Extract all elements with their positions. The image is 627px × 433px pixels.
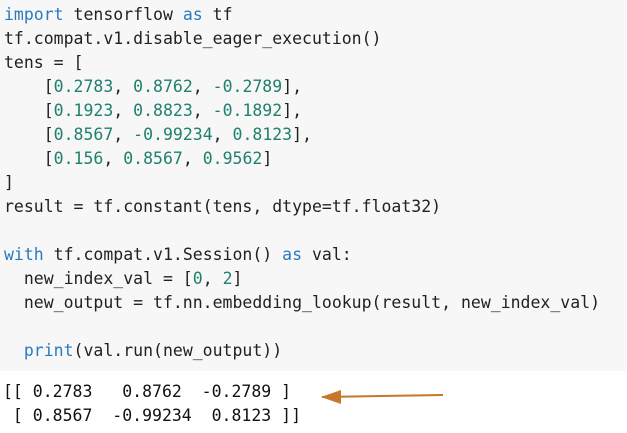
code-text: val: <box>302 245 352 264</box>
code-text: [ <box>4 77 54 96</box>
code-lines: import tensorflow as tf tf.compat.v1.disa… <box>4 3 627 363</box>
code-number: 0.9562 <box>202 149 263 168</box>
code-line: [0.8567, -0.99234, 0.8123], <box>4 123 627 147</box>
code-line: tf.compat.v1.disable_eager_execution() <box>4 27 627 51</box>
code-text: new_index_val = [ <box>4 269 193 288</box>
output-cell: [[ 0.2783 0.8762 -0.2789 ] [ 0.8567 -0.9… <box>0 371 627 433</box>
code-number: -0.1892 <box>212 101 283 120</box>
code-text: , <box>113 101 134 120</box>
code-number: 0.1923 <box>53 101 114 120</box>
code-text: ], <box>282 101 303 120</box>
code-number: 0.156 <box>53 149 104 168</box>
code-text: , <box>192 101 213 120</box>
code-text: tf <box>202 5 233 24</box>
code-line: [0.1923, 0.8823, -0.1892], <box>4 99 627 123</box>
code-number: 2 <box>222 269 233 288</box>
code-text: result = tf.constant(tens, dtype=tf.floa… <box>4 197 442 216</box>
code-line: with tf.compat.v1.Session() as val: <box>4 243 627 267</box>
code-text: ], <box>282 77 303 96</box>
arrow-left-icon <box>321 390 444 404</box>
code-line: import tensorflow as tf <box>4 3 627 27</box>
code-cell[interactable]: import tensorflow as tf tf.compat.v1.disa… <box>0 0 627 371</box>
code-keyword: with <box>4 245 44 264</box>
code-text: , <box>113 125 134 144</box>
code-text: ] <box>232 269 243 288</box>
code-number: -0.2789 <box>212 77 283 96</box>
code-text: [ <box>4 101 54 120</box>
code-text: [ <box>4 125 54 144</box>
code-text: [ <box>4 149 54 168</box>
code-text: (val.run(new_output)) <box>73 341 283 360</box>
code-number: 0.8567 <box>53 125 114 144</box>
code-number: 0.8123 <box>232 125 293 144</box>
code-text: , <box>202 269 223 288</box>
code-number: 0.8823 <box>133 101 193 120</box>
code-text: new_output = tf.nn.embedding_lookup(resu… <box>4 293 601 312</box>
code-text: , <box>212 125 233 144</box>
code-line: [0.2783, 0.8762, -0.2789], <box>4 75 627 99</box>
code-text: , <box>192 77 213 96</box>
code-text: , <box>182 149 203 168</box>
code-text: ], <box>292 125 312 144</box>
code-number: 0.2783 <box>53 77 114 96</box>
code-line: ] <box>4 171 627 195</box>
code-keyword: import <box>4 5 64 24</box>
code-keyword: print <box>23 341 74 360</box>
code-text: , <box>103 149 124 168</box>
code-text: tf.compat.v1.disable_eager_execution() <box>4 29 382 48</box>
code-number: 0 <box>192 269 203 288</box>
code-text: tens = [ <box>4 53 84 72</box>
code-text: , <box>113 77 134 96</box>
code-line: new_output = tf.nn.embedding_lookup(resu… <box>4 291 627 315</box>
code-number: 0.8762 <box>133 77 193 96</box>
code-keyword: as <box>182 5 203 24</box>
code-line: print(val.run(new_output)) <box>4 339 627 363</box>
code-text: tensorflow <box>63 5 183 24</box>
code-line: [0.156, 0.8567, 0.9562] <box>4 147 627 171</box>
code-text: tf.compat.v1.Session() <box>43 245 283 264</box>
code-keyword: as <box>282 245 303 264</box>
code-line: result = tf.constant(tens, dtype=tf.floa… <box>4 195 627 219</box>
code-text: ] <box>262 149 273 168</box>
code-line: new_index_val = [0, 2] <box>4 267 627 291</box>
code-number: -0.99234 <box>133 125 213 144</box>
code-text: ] <box>4 173 14 192</box>
code-number: 0.8567 <box>123 149 183 168</box>
code-line: tens = [ <box>4 51 627 75</box>
